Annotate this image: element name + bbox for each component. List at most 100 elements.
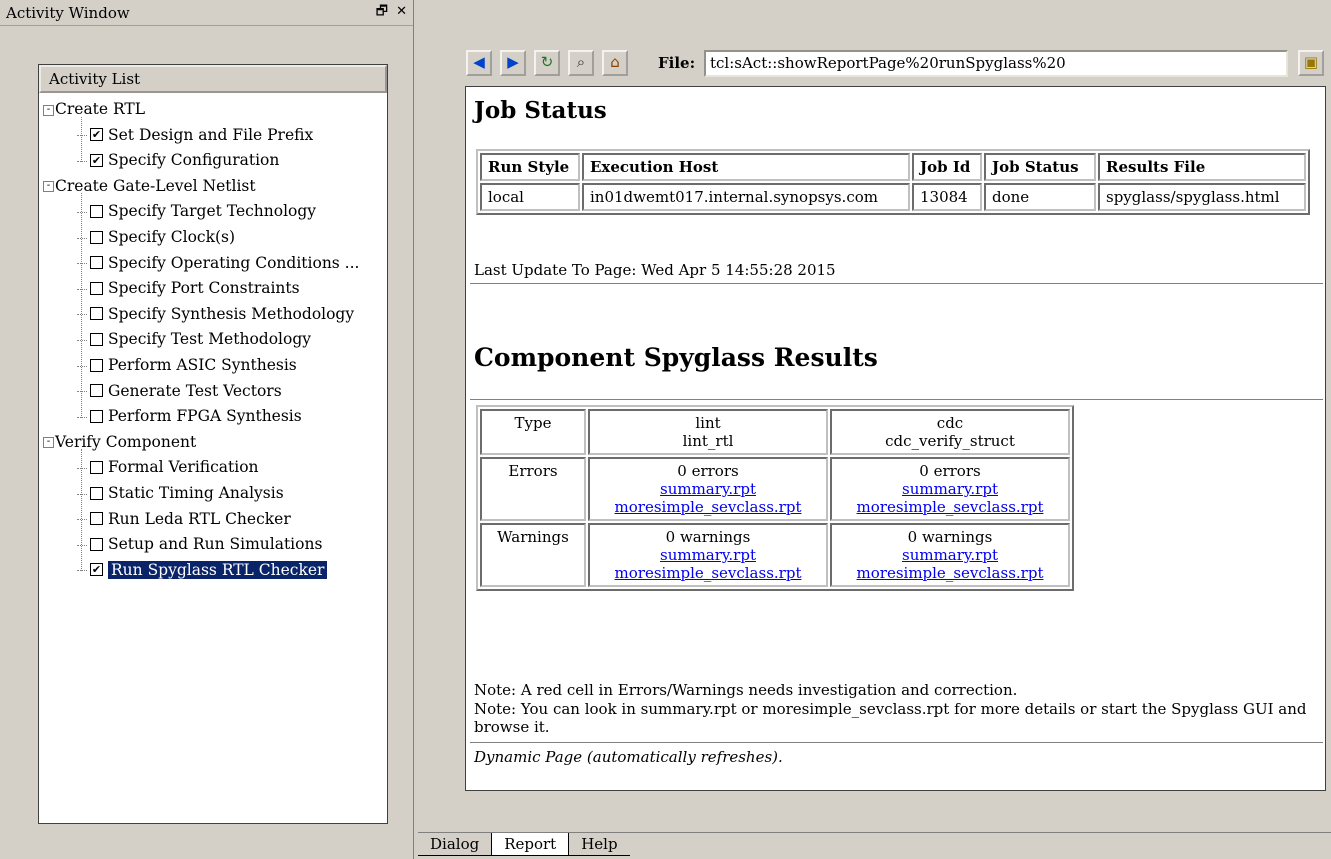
unchecked-checkbox[interactable] xyxy=(90,537,103,551)
activity-item-label: Specify Port Constraints xyxy=(108,279,300,298)
table-row: Type lint lint_rtl cdc cdc_verify_struct xyxy=(480,409,1070,455)
tab-help[interactable]: Help xyxy=(569,833,630,856)
tree-connector xyxy=(77,544,87,546)
activity-window-title: Activity Window xyxy=(6,4,130,22)
summary-report-link[interactable]: summary.rpt xyxy=(660,480,756,498)
activity-item[interactable]: Specify Target Technology xyxy=(77,199,316,224)
tree-group-label: Create RTL xyxy=(55,100,146,118)
refresh-icon[interactable]: ↻ xyxy=(534,50,560,76)
activity-item[interactable]: ✔ Run Spyglass RTL Checker xyxy=(77,558,328,583)
activity-item[interactable]: Run Leda RTL Checker xyxy=(77,507,291,532)
activity-item-label: Generate Test Vectors xyxy=(108,381,282,400)
sevclass-report-link[interactable]: moresimple_sevclass.rpt xyxy=(615,564,802,582)
collapse-icon[interactable]: - xyxy=(43,437,54,449)
file-path-input[interactable]: tcl:sAct::showReportPage%20runSpyglass%2… xyxy=(704,50,1288,77)
activity-item[interactable]: Specify Clock(s) xyxy=(77,225,235,250)
tree-connector xyxy=(77,339,87,341)
dynamic-page-note: Dynamic Page (automatically refreshes). xyxy=(474,748,783,766)
load-page-icon[interactable]: ▣ xyxy=(1298,50,1324,76)
unchecked-checkbox[interactable] xyxy=(90,332,103,346)
subtype-name: cdc_verify_struct xyxy=(885,432,1015,450)
activity-item[interactable]: Perform FPGA Synthesis xyxy=(77,404,302,429)
activity-item-label: Specify Synthesis Methodology xyxy=(108,304,355,323)
divider xyxy=(470,283,1323,284)
activity-item[interactable]: Specify Synthesis Methodology xyxy=(77,302,354,327)
unchecked-checkbox[interactable] xyxy=(90,230,103,244)
checked-checkbox[interactable]: ✔ xyxy=(90,153,103,167)
tree-connector xyxy=(77,365,87,367)
unchecked-checkbox[interactable] xyxy=(90,281,103,295)
divider xyxy=(470,399,1323,400)
table-cell: in01dwemt017.internal.synopsys.com xyxy=(582,183,910,211)
activity-item[interactable]: Specify Operating Conditions ... xyxy=(77,251,359,276)
activity-list-header[interactable]: Activity List xyxy=(39,65,387,93)
unchecked-checkbox[interactable] xyxy=(90,460,103,474)
table-cell: 0 errors summary.rpt moresimple_sevclass… xyxy=(830,457,1070,521)
tree-group[interactable]: - Verify Component xyxy=(43,430,196,455)
activity-item[interactable]: Perform ASIC Synthesis xyxy=(77,353,297,378)
tree-connector xyxy=(77,314,87,316)
summary-report-link[interactable]: summary.rpt xyxy=(660,546,756,564)
forward-arrow-icon[interactable]: ▶ xyxy=(500,50,526,76)
tree-connector xyxy=(77,467,87,469)
restore-icon[interactable]: 🗗 xyxy=(376,4,388,19)
warning-count: 0 warnings xyxy=(907,528,993,546)
job-status-heading: Job Status xyxy=(474,97,607,124)
report-toolbar: ◀ ▶ ↻ ⌕ ⌂ File: tcl:sAct::showReportPage… xyxy=(466,50,1326,78)
back-arrow-icon[interactable]: ◀ xyxy=(466,50,492,76)
table-header: Results File xyxy=(1098,153,1306,181)
activity-item[interactable]: Formal Verification xyxy=(77,455,259,480)
unchecked-checkbox[interactable] xyxy=(90,486,103,500)
component-results-table: Type lint lint_rtl cdc cdc_verify_struct… xyxy=(476,405,1074,591)
activity-item-label: Specify Configuration xyxy=(108,151,280,170)
unchecked-checkbox[interactable] xyxy=(90,256,103,270)
activity-item[interactable]: ✔ Specify Configuration xyxy=(77,148,279,173)
note-red-cell: Note: A red cell in Errors/Warnings need… xyxy=(474,681,1018,699)
activity-item-label: Specify Clock(s) xyxy=(108,228,236,246)
tree-connector xyxy=(77,519,87,521)
tab-report[interactable]: Report xyxy=(491,833,570,856)
table-cell: done xyxy=(984,183,1096,211)
tab-dialog[interactable]: Dialog xyxy=(418,833,492,856)
table-cell: local xyxy=(480,183,580,211)
activity-item[interactable]: Specify Test Methodology xyxy=(77,327,311,352)
table-row: Errors 0 errors summary.rpt moresimple_s… xyxy=(480,457,1070,521)
type-name: cdc xyxy=(936,414,964,432)
report-view: Job Status Run Style Execution Host Job … xyxy=(465,86,1326,791)
collapse-icon[interactable]: - xyxy=(43,104,54,116)
unchecked-checkbox[interactable] xyxy=(90,307,103,321)
activity-item[interactable]: Static Timing Analysis xyxy=(77,481,284,506)
error-count: 0 errors xyxy=(919,462,981,480)
activity-item-label: Run Leda RTL Checker xyxy=(108,509,291,528)
unchecked-checkbox[interactable] xyxy=(90,409,103,423)
summary-report-link[interactable]: summary.rpt xyxy=(902,480,998,498)
sevclass-report-link[interactable]: moresimple_sevclass.rpt xyxy=(615,498,802,516)
checked-checkbox[interactable]: ✔ xyxy=(90,128,103,142)
tree-connector xyxy=(77,416,87,418)
summary-report-link[interactable]: summary.rpt xyxy=(902,546,998,564)
table-row: Warnings 0 warnings summary.rpt moresimp… xyxy=(480,523,1070,587)
unchecked-checkbox[interactable] xyxy=(90,512,103,526)
unchecked-checkbox[interactable] xyxy=(90,384,103,398)
tree-group[interactable]: - Create RTL xyxy=(43,97,145,122)
activity-item-label: Set Design and File Prefix xyxy=(108,125,314,144)
collapse-icon[interactable]: - xyxy=(43,181,54,193)
activity-item[interactable]: Generate Test Vectors xyxy=(77,379,282,404)
activity-item[interactable]: Specify Port Constraints xyxy=(77,276,300,301)
table-cell: 13084 xyxy=(912,183,982,211)
close-icon[interactable]: ✕ xyxy=(396,4,407,19)
activity-item[interactable]: Setup and Run Simulations xyxy=(77,532,322,557)
unchecked-checkbox[interactable] xyxy=(90,204,103,218)
sevclass-report-link[interactable]: moresimple_sevclass.rpt xyxy=(857,564,1044,582)
search-icon[interactable]: ⌕ xyxy=(568,50,594,76)
checked-checkbox[interactable]: ✔ xyxy=(90,563,103,577)
tree-group[interactable]: - Create Gate-Level Netlist xyxy=(43,174,256,199)
tree-connector xyxy=(77,288,87,290)
sevclass-report-link[interactable]: moresimple_sevclass.rpt xyxy=(857,498,1044,516)
unchecked-checkbox[interactable] xyxy=(90,358,103,372)
table-cell: spyglass/spyglass.html xyxy=(1098,183,1306,211)
activity-item[interactable]: ✔ Set Design and File Prefix xyxy=(77,123,313,148)
tree-vertical-line xyxy=(81,449,82,572)
home-icon[interactable]: ⌂ xyxy=(602,50,628,76)
activity-item-label: Specify Operating Conditions ... xyxy=(108,253,360,272)
